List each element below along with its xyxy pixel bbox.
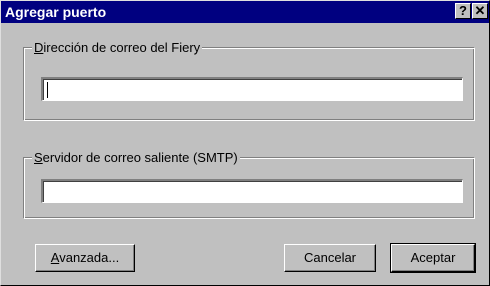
- help-icon[interactable]: ?: [455, 3, 471, 19]
- add-port-dialog: Agregar puerto ? ✕ Dirección de correo d…: [0, 0, 490, 286]
- advanced-label: vanzada...: [59, 250, 120, 265]
- smtp-label-text: ervidor de correo saliente (SMTP): [42, 150, 238, 165]
- smtp-label-mnemonic: S: [34, 150, 43, 165]
- advanced-button[interactable]: Avanzada...: [35, 244, 135, 272]
- email-label-text: irección de correo del Fiery: [43, 40, 201, 55]
- email-label-mnemonic: D: [34, 40, 44, 55]
- close-icon[interactable]: ✕: [472, 3, 488, 19]
- advanced-mnemonic: A: [50, 250, 60, 265]
- dialog-title: Agregar puerto: [5, 4, 107, 20]
- title-bar[interactable]: Agregar puerto ? ✕: [1, 1, 489, 23]
- smtp-server-input[interactable]: [41, 179, 463, 203]
- smtp-group-label: Servidor de correo saliente (SMTP): [32, 150, 240, 165]
- text-caret: [47, 82, 48, 98]
- fiery-email-input[interactable]: [41, 77, 463, 101]
- accept-button[interactable]: Aceptar: [390, 243, 476, 273]
- email-group-label: Dirección de correo del Fiery: [32, 40, 203, 55]
- cancel-button[interactable]: Cancelar: [284, 244, 376, 272]
